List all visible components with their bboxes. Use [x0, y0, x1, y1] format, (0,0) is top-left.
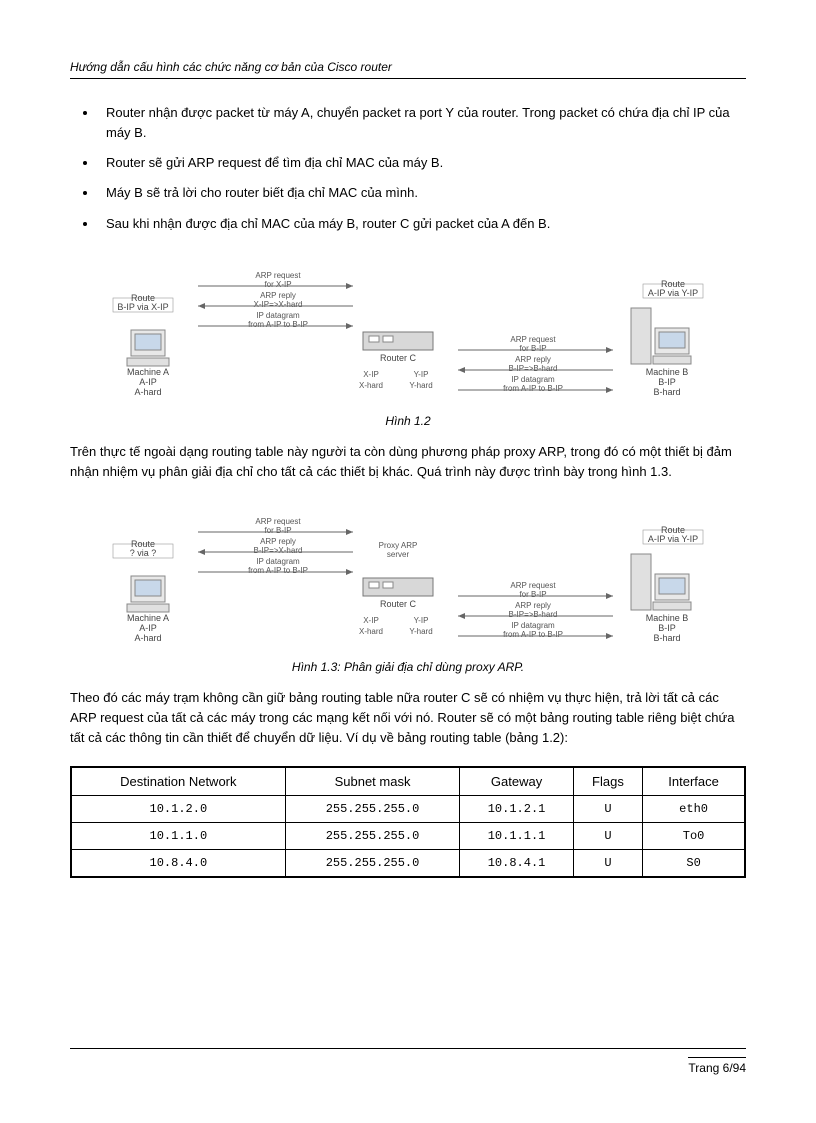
svg-text:Y-hard: Y-hard	[409, 627, 432, 636]
paragraph-2: Theo đó các máy trạm không cần giữ bảng …	[70, 688, 746, 748]
svg-text:Router C: Router C	[380, 353, 417, 363]
svg-text:X-hard: X-hard	[359, 381, 383, 390]
col-interface: Interface	[643, 767, 745, 796]
svg-text:Machine B: Machine B	[646, 367, 689, 377]
figure-1-2-caption: Hình 1.2	[70, 414, 746, 428]
svg-text:X-IP: X-IP	[363, 616, 379, 625]
svg-text:Machine B: Machine B	[646, 613, 689, 623]
diagram-1-3: Route? via ? Machine A A-IP A-hard ARP r…	[103, 500, 713, 650]
routing-table: Destination Network Subnet mask Gateway …	[70, 766, 746, 878]
col-subnet: Subnet mask	[285, 767, 460, 796]
page-header: Hướng dẫn cấu hình các chức năng cơ bản …	[70, 60, 746, 79]
svg-text:X-IP: X-IP	[363, 370, 379, 379]
svg-text:Proxy ARPserver: Proxy ARPserver	[379, 541, 418, 559]
svg-text:A-IP: A-IP	[139, 623, 157, 633]
diagram-1-2: RouteB-IP via X-IP Machine A A-IP A-hard…	[103, 254, 713, 404]
table-row: 10.1.1.0 255.255.255.0 10.1.1.1 U To0	[71, 823, 745, 850]
svg-text:X-hard: X-hard	[359, 627, 383, 636]
figure-1-2: RouteB-IP via X-IP Machine A A-IP A-hard…	[70, 254, 746, 428]
svg-text:Machine A: Machine A	[127, 367, 169, 377]
table-row: 10.1.2.0 255.255.255.0 10.1.2.1 U eth0	[71, 796, 745, 823]
col-flags: Flags	[573, 767, 642, 796]
col-gateway: Gateway	[460, 767, 573, 796]
svg-text:B-IP: B-IP	[658, 377, 676, 387]
svg-text:Y-IP: Y-IP	[414, 370, 429, 379]
bullet-list: Router nhận được packet từ máy A, chuyển…	[70, 103, 746, 234]
svg-text:B-hard: B-hard	[653, 387, 680, 397]
svg-text:Machine A: Machine A	[127, 613, 169, 623]
paragraph-1: Trên thực tế ngoài dạng routing table nà…	[70, 442, 746, 482]
svg-text:RouteA-IP via Y-IP: RouteA-IP via Y-IP	[648, 525, 698, 544]
bullet-item: Sau khi nhận được địa chỉ MAC của máy B,…	[98, 214, 746, 234]
svg-text:RouteA-IP via Y-IP: RouteA-IP via Y-IP	[648, 279, 698, 298]
svg-text:A-hard: A-hard	[134, 387, 161, 397]
bullet-item: Máy B sẽ trả lời cho router biết địa chỉ…	[98, 183, 746, 203]
table-row: 10.8.4.0 255.255.255.0 10.8.4.1 U S0	[71, 850, 745, 878]
page-footer: Trang 6/94	[70, 1048, 746, 1075]
figure-1-3: Route? via ? Machine A A-IP A-hard ARP r…	[70, 500, 746, 674]
svg-text:B-IP: B-IP	[658, 623, 676, 633]
col-destination: Destination Network	[71, 767, 285, 796]
svg-text:Y-hard: Y-hard	[409, 381, 432, 390]
bullet-item: Router sẽ gửi ARP request để tìm địa chỉ…	[98, 153, 746, 173]
svg-text:A-IP: A-IP	[139, 377, 157, 387]
svg-text:B-hard: B-hard	[653, 633, 680, 643]
svg-text:Y-IP: Y-IP	[414, 616, 429, 625]
page-number: Trang 6/94	[688, 1057, 746, 1075]
svg-text:RouteB-IP via X-IP: RouteB-IP via X-IP	[117, 293, 168, 312]
svg-text:A-hard: A-hard	[134, 633, 161, 643]
bullet-item: Router nhận được packet từ máy A, chuyển…	[98, 103, 746, 143]
figure-1-3-caption: Hình 1.3: Phân giải địa chỉ dùng proxy A…	[70, 660, 746, 674]
svg-text:Router C: Router C	[380, 599, 417, 609]
svg-text:Route? via ?: Route? via ?	[130, 539, 157, 558]
